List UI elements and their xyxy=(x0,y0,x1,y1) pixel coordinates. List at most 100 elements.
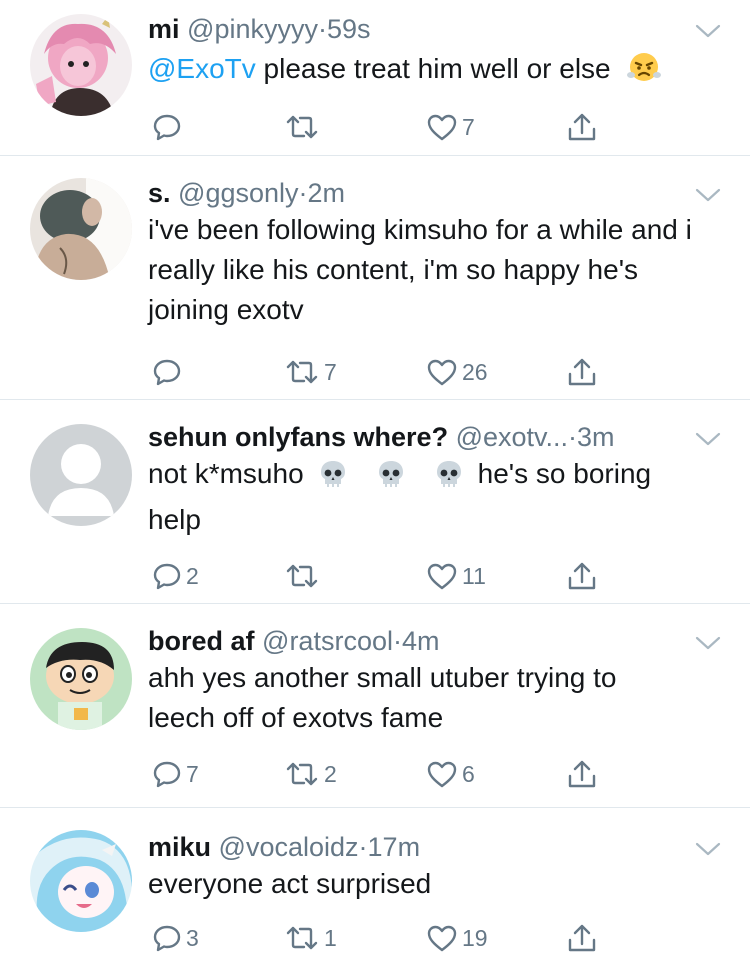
tweet-text: ahh yes another small utuber trying to l… xyxy=(148,662,617,733)
display-name[interactable]: mi xyxy=(148,14,180,44)
share-button[interactable] xyxy=(566,105,598,149)
reply-icon xyxy=(153,761,181,788)
action-bar: 3 1 19 xyxy=(148,916,720,960)
chevron-down-icon[interactable] xyxy=(694,634,722,652)
user-handle[interactable]: @ggsonly xyxy=(178,178,298,208)
tweet-text-content: please treat him well or else xyxy=(255,53,611,84)
like-button[interactable]: 19 xyxy=(426,916,488,960)
default-avatar[interactable] xyxy=(30,424,132,526)
action-bar: 7 2 6 xyxy=(148,752,720,796)
heart-icon xyxy=(427,563,457,590)
tweet-header: sehun onlyfans where? @exotv...·3m xyxy=(148,400,720,454)
user-handle[interactable]: @exotv... xyxy=(456,422,568,452)
tweet-feed: mi @pinkyyyy·59s @ExoTv please treat him… xyxy=(0,0,750,966)
share-button[interactable] xyxy=(566,752,598,796)
retweet-icon xyxy=(286,762,318,786)
reply-button[interactable]: 2 xyxy=(152,554,199,598)
retweet-button[interactable] xyxy=(284,105,324,149)
user-handle[interactable]: @pinkyyyy xyxy=(187,14,318,44)
tweet-text: not k*msuho he's so boring help xyxy=(148,454,720,540)
retweet-icon xyxy=(286,360,318,384)
reply-button[interactable]: 7 xyxy=(152,752,199,796)
timestamp[interactable]: 3m xyxy=(577,422,615,452)
display-name[interactable]: sehun onlyfans where? xyxy=(148,422,448,452)
heart-icon xyxy=(427,925,457,952)
retweet-count: 2 xyxy=(324,760,337,787)
mention-link[interactable]: @ExoTv xyxy=(148,53,256,84)
tweet[interactable]: miku @vocaloidz·17m everyone act surpris… xyxy=(0,808,750,966)
tweet[interactable]: bored af @ratsrcool·4m ahh yes another s… xyxy=(0,604,750,808)
like-button[interactable]: 26 xyxy=(426,350,488,394)
timestamp[interactable]: 2m xyxy=(308,178,346,208)
user-handle[interactable]: @vocaloidz xyxy=(219,832,359,862)
reply-button[interactable]: 3 xyxy=(152,916,199,960)
like-button[interactable]: 11 xyxy=(426,554,486,598)
tweet-text: i've been following kimsuho for a while … xyxy=(148,214,692,325)
tweet-header: s. @ggsonly·2m xyxy=(148,156,720,210)
share-icon xyxy=(568,113,596,141)
share-button[interactable] xyxy=(566,350,598,394)
tweet-text-start: not k*msuho xyxy=(148,458,304,489)
skull-icon xyxy=(434,459,464,500)
tweet-header: bored af @ratsrcool·4m xyxy=(148,604,720,658)
reply-icon xyxy=(153,925,181,952)
like-button[interactable]: 7 xyxy=(426,105,475,149)
timestamp[interactable]: 17m xyxy=(368,832,421,862)
like-count: 11 xyxy=(462,562,486,589)
avatar[interactable] xyxy=(30,14,132,116)
display-name[interactable]: s. xyxy=(148,178,171,208)
reply-icon xyxy=(153,114,181,141)
like-count: 7 xyxy=(462,113,475,140)
like-count: 19 xyxy=(462,924,488,951)
reply-button[interactable] xyxy=(152,105,186,149)
retweet-button[interactable]: 7 xyxy=(284,350,337,394)
reply-icon xyxy=(153,359,181,386)
retweet-icon xyxy=(286,564,318,588)
separator-dot: · xyxy=(317,14,327,44)
retweet-button[interactable] xyxy=(284,554,324,598)
user-handle[interactable]: @ratsrcool xyxy=(262,626,393,656)
retweet-button[interactable]: 2 xyxy=(284,752,337,796)
separator-dot: · xyxy=(392,626,402,656)
chevron-down-icon[interactable] xyxy=(694,186,722,204)
like-count: 26 xyxy=(462,358,488,385)
chevron-down-icon[interactable] xyxy=(694,430,722,448)
display-name[interactable]: bored af xyxy=(148,626,255,656)
display-name[interactable]: miku xyxy=(148,832,211,862)
tweet-header: mi @pinkyyyy·59s xyxy=(148,0,720,46)
tweet-text-line2: help xyxy=(148,504,201,535)
share-icon xyxy=(568,358,596,386)
like-button[interactable]: 6 xyxy=(426,752,475,796)
action-bar: 7 26 xyxy=(148,350,720,394)
skull-icon xyxy=(376,459,406,500)
retweet-icon xyxy=(286,926,318,950)
tweet-text-end: he's so boring xyxy=(477,458,652,489)
chevron-down-icon[interactable] xyxy=(694,840,722,858)
tweet-text: everyone act surprised xyxy=(148,868,432,899)
skull-icon xyxy=(318,459,348,500)
tweet-text: @ExoTv please treat him well or else xyxy=(148,46,720,95)
timestamp[interactable]: 59s xyxy=(327,14,371,44)
tweet[interactable]: mi @pinkyyyy·59s @ExoTv please treat him… xyxy=(0,0,750,156)
face-with-steam-icon xyxy=(626,48,662,95)
separator-dot: · xyxy=(298,178,308,208)
like-count: 6 xyxy=(462,760,475,787)
reply-button[interactable] xyxy=(152,350,186,394)
separator-dot: · xyxy=(358,832,368,862)
share-button[interactable] xyxy=(566,554,598,598)
retweet-button[interactable]: 1 xyxy=(284,916,337,960)
chevron-down-icon[interactable] xyxy=(694,22,722,40)
retweet-count: 1 xyxy=(324,924,337,951)
avatar[interactable] xyxy=(30,178,132,280)
retweet-icon xyxy=(286,115,318,139)
share-icon xyxy=(568,924,596,952)
share-button[interactable] xyxy=(566,916,598,960)
avatar[interactable] xyxy=(30,830,132,932)
heart-icon xyxy=(427,359,457,386)
timestamp[interactable]: 4m xyxy=(402,626,440,656)
tweet[interactable]: sehun onlyfans where? @exotv...·3m not k… xyxy=(0,400,750,604)
avatar[interactable] xyxy=(30,628,132,730)
reply-count: 3 xyxy=(186,924,199,951)
share-icon xyxy=(568,760,596,788)
tweet[interactable]: s. @ggsonly·2m i've been following kimsu… xyxy=(0,156,750,400)
